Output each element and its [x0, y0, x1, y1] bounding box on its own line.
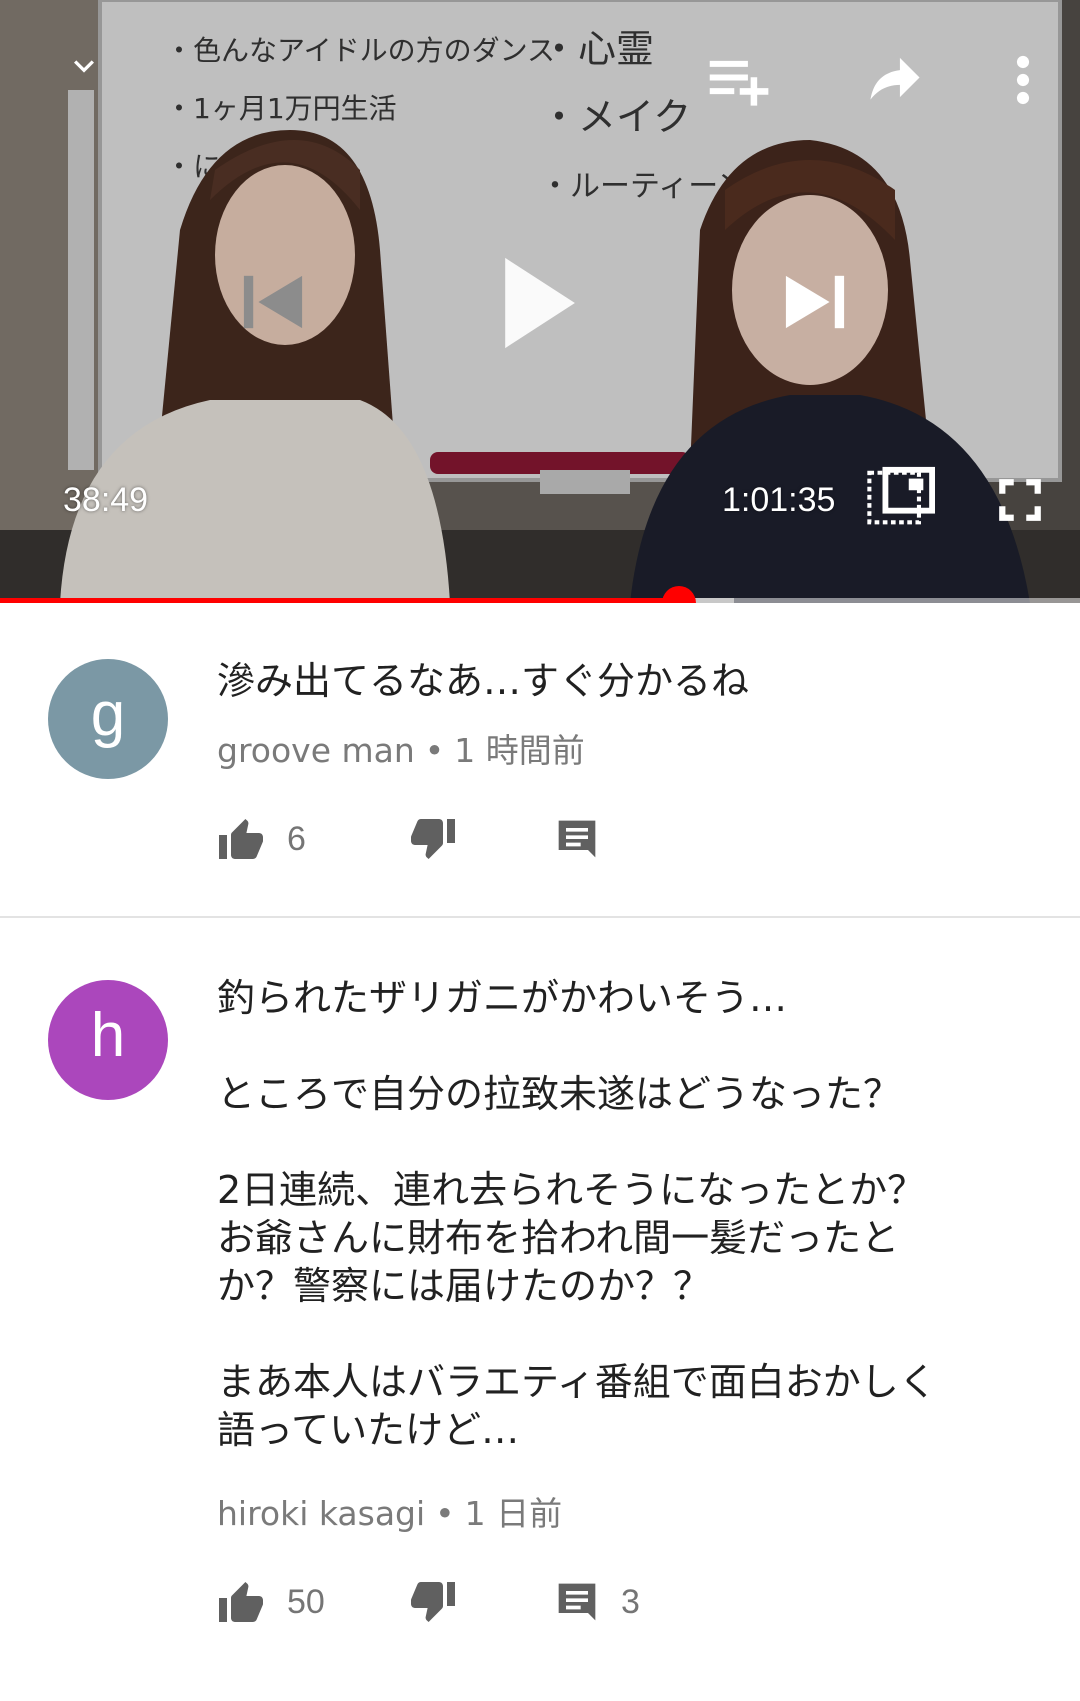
comment-icon — [558, 1583, 596, 1621]
chevron-down-icon — [74, 60, 94, 73]
reply-button[interactable] — [555, 809, 621, 869]
video-player[interactable]: ・色んなアイドルの方のダンス ・1ヶ月1万円生活 ・に 紹介 ・心霊 ・メイク … — [0, 0, 1080, 603]
dislike-button[interactable] — [409, 809, 457, 869]
comment-actions: 6 — [217, 809, 1017, 869]
comment-text: 釣られたザリガニがかわいそう… ところで自分の拉致未遂はどうなった？ 2日連続、… — [217, 976, 937, 1452]
like-button[interactable]: 50 — [217, 1572, 325, 1632]
more-vert-icon — [1016, 55, 1030, 105]
like-count: 50 — [287, 1582, 325, 1621]
comment-item: g 滲み出てるなあ…すぐ分かるね groove man • 1 時間前 6 — [0, 603, 1080, 916]
comment-meta: hiroki kasagi • 1 日前 — [217, 1494, 562, 1534]
add-to-queue-button[interactable] — [700, 48, 774, 112]
comment-icon — [558, 820, 596, 858]
comment-time: 1 日前 — [464, 1494, 563, 1533]
more-options-button[interactable] — [1000, 48, 1046, 112]
avatar[interactable]: h — [48, 980, 168, 1100]
play-button[interactable] — [488, 248, 588, 358]
comment-text: 滲み出てるなあ…すぐ分かるね — [217, 659, 750, 703]
current-time: 38:49 — [63, 481, 149, 519]
meta-separator: • — [435, 1494, 455, 1533]
miniplayer-button[interactable] — [862, 462, 938, 536]
next-button[interactable] — [770, 262, 860, 342]
thumb-down-icon — [411, 819, 455, 859]
thumb-up-icon — [219, 819, 263, 859]
skip-next-icon — [785, 275, 845, 329]
comment-item: h 釣られたザリガニがかわいそう… ところで自分の拉致未遂はどうなった？ 2日連… — [0, 918, 1080, 1701]
duration: 1:01:35 — [722, 481, 836, 519]
thumb-up-icon — [219, 1582, 263, 1622]
play-icon — [505, 257, 575, 349]
thumb-down-icon — [411, 1582, 455, 1622]
comment-meta: groove man • 1 時間前 — [217, 731, 585, 771]
reply-count: 3 — [621, 1582, 640, 1621]
like-count: 6 — [287, 819, 306, 858]
playlist-add-icon — [709, 60, 769, 106]
share-icon — [870, 57, 920, 100]
skip-previous-icon — [243, 275, 303, 329]
minimize-button[interactable] — [56, 38, 112, 94]
picture-in-picture-icon — [867, 466, 935, 525]
previous-button[interactable] — [228, 262, 318, 342]
meta-separator: • — [424, 731, 445, 770]
share-button[interactable] — [860, 48, 930, 112]
comment-actions: 50 3 — [217, 1572, 1017, 1632]
fullscreen-button[interactable] — [990, 470, 1050, 530]
dislike-button[interactable] — [409, 1572, 457, 1632]
comment-author[interactable]: hiroki kasagi — [217, 1494, 425, 1533]
like-button[interactable]: 6 — [217, 809, 306, 869]
avatar[interactable]: g — [48, 659, 168, 779]
fullscreen-icon — [999, 479, 1041, 521]
comment-time: 1 時間前 — [454, 731, 585, 770]
reply-button[interactable]: 3 — [555, 1572, 640, 1632]
comment-author[interactable]: groove man — [217, 731, 415, 770]
